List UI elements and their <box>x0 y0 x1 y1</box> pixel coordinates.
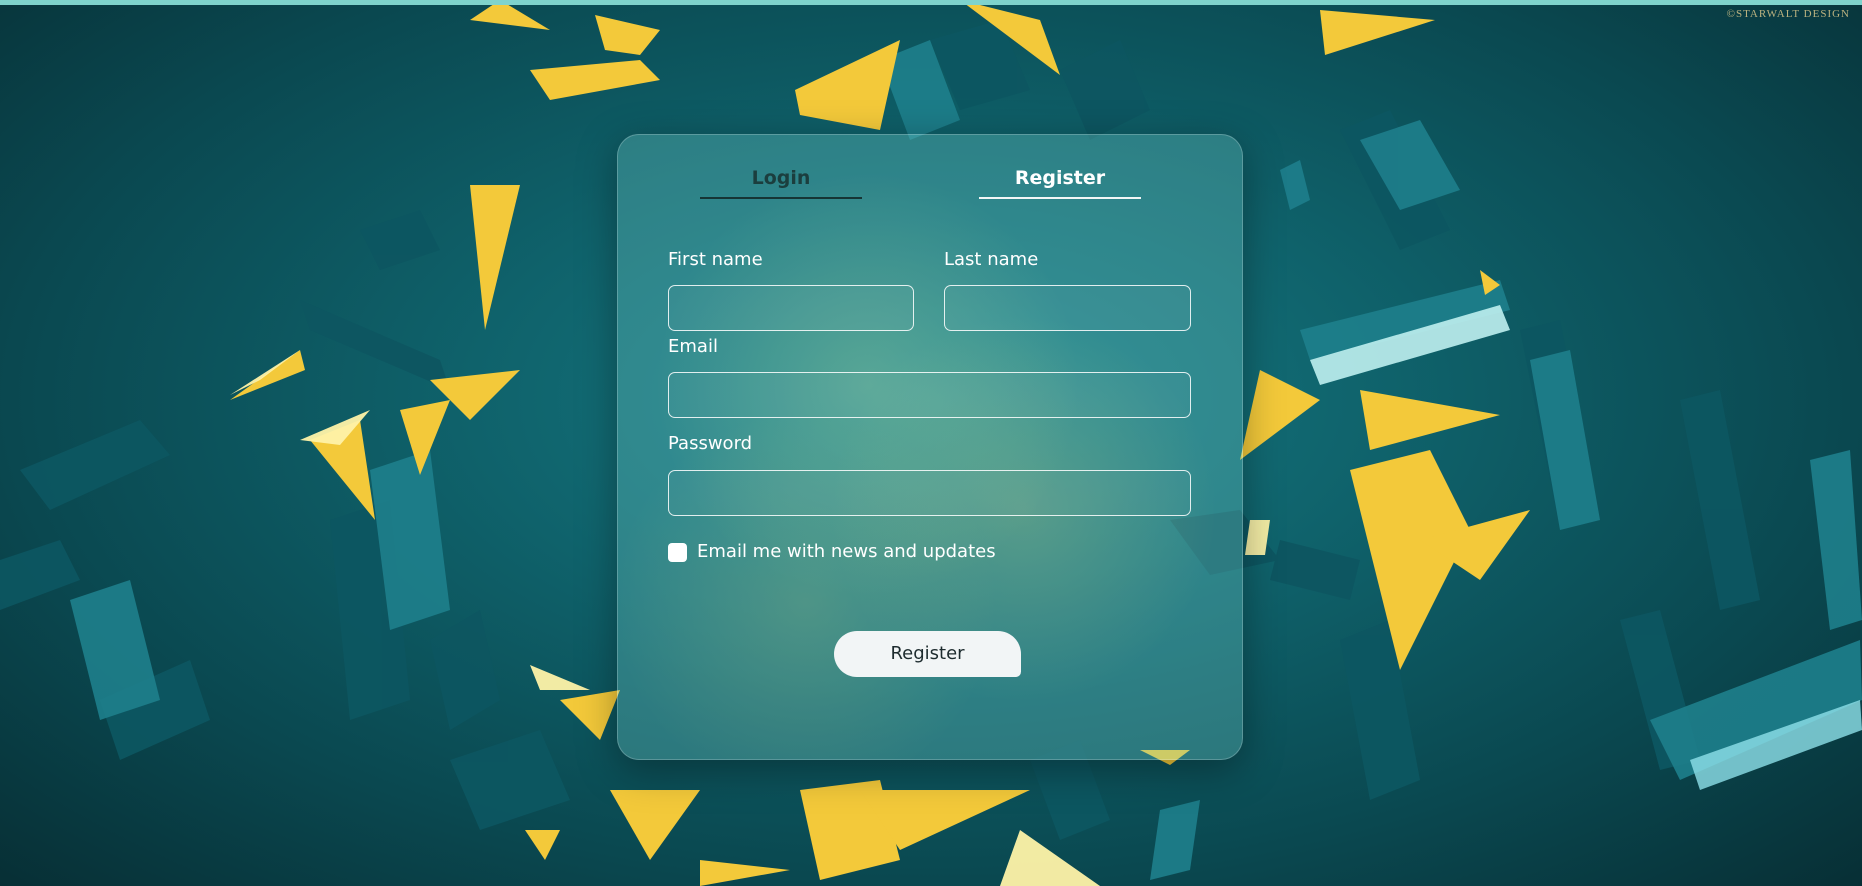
watermark: ©STARWALT DESIGN <box>1726 8 1850 20</box>
last-name-field[interactable] <box>944 285 1191 331</box>
first-name-label: First name <box>668 249 763 270</box>
email-field[interactable] <box>668 372 1191 418</box>
newsletter-checkbox[interactable] <box>668 543 687 562</box>
password-label: Password <box>668 433 753 454</box>
first-name-field[interactable] <box>668 285 914 331</box>
last-name-label: Last name <box>944 249 1039 270</box>
password-field[interactable] <box>668 470 1191 516</box>
register-card: Login Register First name Last name Emai… <box>617 134 1243 760</box>
newsletter-checkbox-label: Email me with news and updates <box>697 541 996 562</box>
tab-login[interactable]: Login <box>700 167 862 199</box>
register-button[interactable]: Register <box>834 631 1021 677</box>
tab-register[interactable]: Register <box>979 167 1141 199</box>
top-accent-strip <box>0 0 1862 5</box>
email-label: Email <box>668 336 718 357</box>
